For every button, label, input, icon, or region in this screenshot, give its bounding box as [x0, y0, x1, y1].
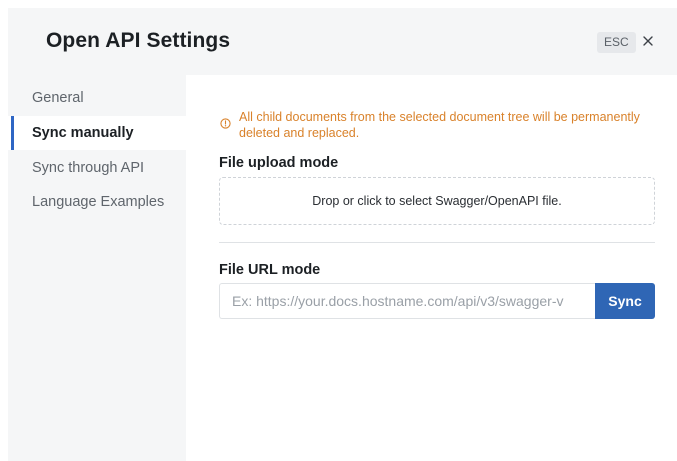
- close-icon: [643, 36, 653, 46]
- sidebar-item-language-examples[interactable]: Language Examples: [8, 185, 186, 219]
- sidebar-item-sync-through-api[interactable]: Sync through API: [8, 151, 186, 185]
- warning-text: All child documents from the selected do…: [239, 110, 640, 140]
- sidebar-item-label: Language Examples: [32, 194, 165, 210]
- sidebar-item-label: General: [32, 90, 84, 106]
- close-button[interactable]: [640, 30, 656, 52]
- sync-button[interactable]: Sync: [595, 283, 655, 319]
- settings-sidebar: General Sync manually Sync through API L…: [8, 75, 186, 461]
- settings-content: All child documents from the selected do…: [186, 75, 677, 461]
- dialog-title: Open API Settings: [46, 29, 231, 52]
- sidebar-item-general[interactable]: General: [8, 81, 186, 115]
- warning-message: All child documents from the selected do…: [220, 109, 660, 141]
- file-url-mode-heading: File URL mode: [219, 262, 321, 278]
- esc-key-badge: ESC: [597, 32, 636, 53]
- section-divider: [219, 242, 655, 243]
- open-api-settings-dialog: Open API Settings ESC General Sync manua…: [8, 8, 677, 461]
- sidebar-item-sync-manually[interactable]: Sync manually: [8, 116, 186, 150]
- warning-circle-icon: [220, 118, 231, 129]
- swagger-url-input[interactable]: [219, 283, 595, 319]
- dialog-header: Open API Settings ESC: [8, 8, 677, 75]
- file-upload-mode-heading: File upload mode: [219, 155, 339, 171]
- sidebar-item-label: Sync through API: [32, 160, 145, 176]
- sidebar-item-label: Sync manually: [32, 125, 134, 141]
- dropzone-text: Drop or click to select Swagger/OpenAPI …: [312, 194, 562, 208]
- file-dropzone[interactable]: Drop or click to select Swagger/OpenAPI …: [219, 177, 655, 225]
